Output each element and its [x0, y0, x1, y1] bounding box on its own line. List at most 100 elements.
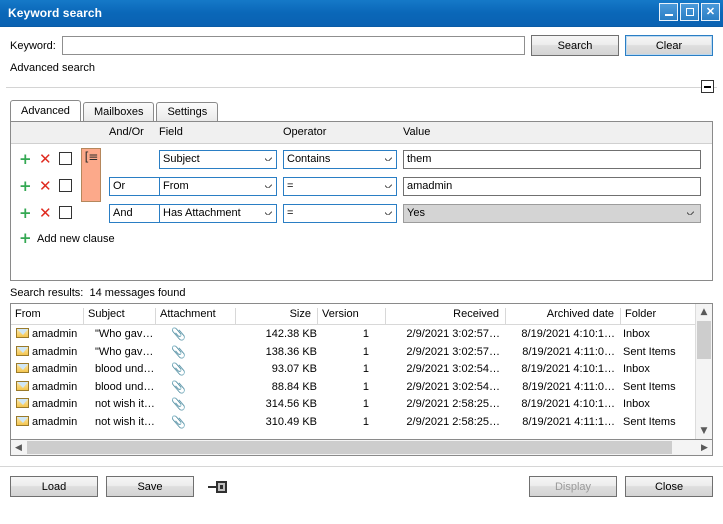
column-header-from[interactable]: From [11, 308, 83, 324]
column-header-folder[interactable]: Folder [620, 308, 692, 324]
table-row[interactable]: amadmin not wish it… 📎 314.56 KB 1 2/9/2… [11, 395, 712, 413]
scroll-up-arrow-icon[interactable]: ▲ [696, 304, 712, 320]
cell-archived: 8/19/2021 4:10:1… [505, 362, 615, 376]
mail-envelope-icon [16, 346, 29, 356]
vertical-scroll-thumb[interactable] [697, 321, 711, 359]
remove-x-icon[interactable]: ✕ [39, 152, 52, 167]
close-button[interactable]: ✕ [701, 3, 720, 21]
cell-from: amadmin [32, 397, 92, 411]
cell-received: 2/9/2021 2:58:25… [385, 415, 500, 429]
column-header-size[interactable]: Size [235, 308, 317, 324]
maximize-button[interactable] [680, 3, 699, 21]
plus-icon[interactable]: + [19, 206, 32, 221]
remove-x-icon[interactable]: ✕ [39, 179, 52, 194]
collapse-minus-icon[interactable] [701, 80, 714, 93]
plus-icon[interactable]: + [19, 179, 32, 194]
chevron-down-icon [385, 211, 392, 215]
clause-value-input-2[interactable]: amadmin [403, 177, 701, 196]
load-button[interactable]: Load [10, 476, 98, 497]
column-header-operator: Operator [283, 126, 326, 138]
minimize-button[interactable] [659, 3, 678, 21]
clause-field-select-3[interactable]: Has Attachment [159, 204, 277, 223]
cell-received: 2/9/2021 3:02:57… [385, 345, 500, 359]
export-pin-icon[interactable] [208, 478, 230, 496]
cell-subject: blood und… [95, 362, 163, 376]
close-footer-button[interactable]: Close [625, 476, 713, 497]
results-grid: From Subject Attachment Size Version Rec… [10, 303, 713, 440]
column-header-value: Value [403, 126, 430, 138]
keyword-input[interactable] [62, 36, 525, 55]
search-results-label: Search results: 14 messages found [0, 281, 723, 303]
results-horizontal-scrollbar[interactable]: ◀ ▶ [10, 440, 713, 456]
add-new-clause-row[interactable]: + Add new clause [11, 229, 712, 249]
tab-advanced[interactable]: Advanced [10, 100, 81, 121]
table-row[interactable]: amadmin not wish it… 📎 310.49 KB 1 2/9/2… [11, 413, 712, 431]
table-row[interactable]: amadmin blood und… 📎 88.84 KB 1 2/9/2021… [11, 378, 712, 396]
cell-subject: "Who gav… [95, 345, 163, 359]
column-header-version[interactable]: Version [317, 308, 385, 324]
table-row[interactable]: amadmin blood und… 📎 93.07 KB 1 2/9/2021… [11, 360, 712, 378]
maximize-icon [686, 8, 694, 16]
paperclip-icon: 📎 [171, 397, 186, 411]
clear-button[interactable]: Clear [625, 35, 713, 56]
tab-settings[interactable]: Settings [156, 102, 218, 121]
cell-from: amadmin [32, 362, 92, 376]
cell-subject: not wish it… [95, 397, 163, 411]
cell-folder: Inbox [623, 327, 693, 341]
table-row[interactable]: amadmin "Who gav… 📎 142.38 KB 1 2/9/2021… [11, 325, 712, 343]
clause-rows: + ✕ [≡ Subject Contains them + ✕ Or From [11, 144, 712, 249]
column-header-archived[interactable]: Archived date [505, 308, 620, 324]
results-count: 14 messages found [90, 287, 186, 299]
column-header-subject[interactable]: Subject [83, 308, 155, 324]
scroll-down-arrow-icon[interactable]: ▼ [696, 423, 712, 439]
clause-checkbox[interactable] [59, 152, 72, 165]
paperclip-icon: 📎 [171, 380, 186, 394]
column-header-attachment[interactable]: Attachment [155, 308, 235, 324]
clause-field-select-1[interactable]: Subject [159, 150, 277, 169]
save-button[interactable]: Save [106, 476, 194, 497]
clause-value-select-3[interactable]: Yes [403, 204, 701, 223]
cell-version: 1 [317, 345, 369, 359]
cell-received: 2/9/2021 3:02:54… [385, 362, 500, 376]
cell-size: 93.07 KB [235, 362, 317, 376]
clause-checkbox[interactable] [59, 179, 72, 192]
cell-archived: 8/19/2021 4:10:1… [505, 327, 615, 341]
clause-field-select-2[interactable]: From [159, 177, 277, 196]
cell-subject: not wish it… [95, 415, 163, 429]
cell-received: 2/9/2021 2:58:25… [385, 397, 500, 411]
results-vertical-scrollbar[interactable]: ▲ ▼ [695, 304, 712, 439]
cell-size: 310.49 KB [235, 415, 317, 429]
clause-operator-select-1[interactable]: Contains [283, 150, 397, 169]
cell-from: amadmin [32, 380, 92, 394]
clause-value-input-1[interactable]: them [403, 150, 701, 169]
cell-archived: 8/19/2021 4:10:1… [505, 397, 615, 411]
mail-envelope-icon [16, 363, 29, 373]
chevron-down-icon [385, 184, 392, 188]
cell-version: 1 [317, 397, 369, 411]
clause-operator-select-2[interactable]: = [283, 177, 397, 196]
clause-row: + ✕ And Has Attachment = Yes [11, 202, 712, 229]
plus-icon[interactable]: + [19, 152, 32, 167]
clause-operator-select-3[interactable]: = [283, 204, 397, 223]
table-row[interactable]: amadmin "Who gav… 📎 138.36 KB 1 2/9/2021… [11, 343, 712, 361]
cell-received: 2/9/2021 3:02:57… [385, 327, 500, 341]
clause-builder-panel: And/Or Field Operator Value + ✕ [≡ Subje… [10, 121, 713, 281]
cell-archived: 8/19/2021 4:11:0… [505, 380, 615, 394]
scroll-left-arrow-icon[interactable]: ◀ [11, 440, 26, 455]
column-header-received[interactable]: Received [385, 308, 505, 324]
add-new-clause-label: Add new clause [37, 233, 115, 245]
cell-archived: 8/19/2021 4:11:0… [505, 345, 615, 359]
clause-row: + ✕ [≡ Subject Contains them [11, 148, 712, 175]
window-titlebar: Keyword search ✕ [0, 0, 723, 27]
window-title: Keyword search [0, 6, 102, 20]
horizontal-scroll-thumb[interactable] [27, 441, 672, 454]
cell-archived: 8/19/2021 4:11:1… [505, 415, 615, 429]
chevron-down-icon [385, 157, 392, 161]
scroll-right-arrow-icon[interactable]: ▶ [697, 440, 712, 455]
display-button[interactable]: Display [529, 476, 617, 497]
search-button[interactable]: Search [531, 35, 619, 56]
tab-mailboxes[interactable]: Mailboxes [83, 102, 155, 121]
remove-x-icon[interactable]: ✕ [39, 206, 52, 221]
keyword-search-row: Keyword: Search Clear [0, 27, 723, 56]
clause-checkbox[interactable] [59, 206, 72, 219]
